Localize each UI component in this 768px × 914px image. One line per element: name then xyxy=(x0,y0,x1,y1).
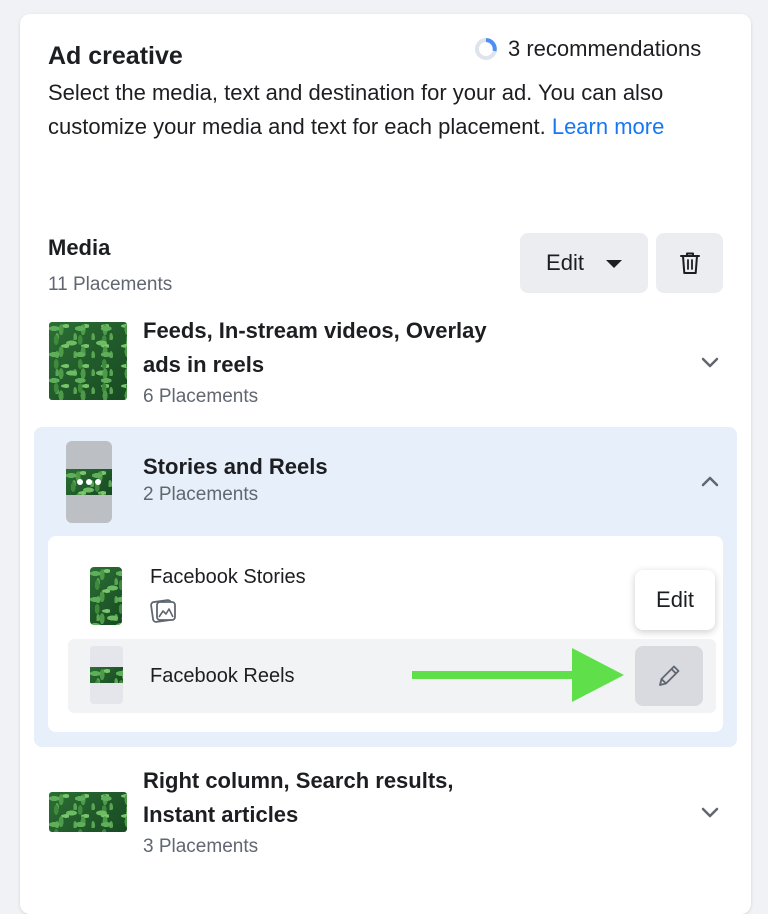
edit-tooltip: Edit xyxy=(635,570,715,630)
pencil-icon xyxy=(659,665,680,686)
group-thumbnail-feeds xyxy=(49,322,127,400)
section-title: Ad creative xyxy=(48,42,183,70)
learn-more-link[interactable]: Learn more xyxy=(552,114,665,139)
placement-name[interactable]: Facebook Reels xyxy=(150,665,295,688)
group-title-line: ads in reels xyxy=(143,352,265,377)
chevron-down-icon[interactable] xyxy=(700,352,720,372)
image-icon xyxy=(150,599,176,623)
group-header-stories[interactable]: Stories and Reels 2 Placements xyxy=(143,450,328,506)
edit-placement-button[interactable] xyxy=(635,646,703,706)
recommendations-indicator[interactable]: 3 recommendations xyxy=(474,36,701,62)
caret-down-icon xyxy=(605,260,622,268)
ad-creative-card: Ad creative 3 recommendations Select the… xyxy=(20,14,751,914)
chevron-up-icon[interactable] xyxy=(700,472,720,492)
group-placements-count: 6 Placements xyxy=(143,386,259,407)
media-heading: Media xyxy=(48,235,111,260)
chevron-down-icon[interactable] xyxy=(700,802,720,822)
progress-ring-icon xyxy=(475,38,497,60)
group-right-column[interactable]: Right column, Search results, Instant ar… xyxy=(143,764,563,858)
group-feeds[interactable]: Feeds, In-stream videos, Overlay ads in … xyxy=(143,314,563,408)
group-thumbnail-stories xyxy=(66,441,112,523)
group-title: Stories and Reels xyxy=(143,454,328,479)
more-dots-icon xyxy=(66,469,112,495)
placement-thumbnail-stories xyxy=(90,567,122,625)
group-title-line: Feeds, In-stream videos, Overlay xyxy=(143,318,487,343)
placement-name[interactable]: Facebook Stories xyxy=(150,566,306,589)
media-placements-count: 11 Placements xyxy=(48,274,173,295)
group-title-line: Instant articles xyxy=(143,802,299,827)
group-thumbnail-right-column xyxy=(49,792,127,832)
edit-button-label: Edit xyxy=(546,250,584,275)
delete-button[interactable] xyxy=(656,233,723,293)
section-description: Select the media, text and destination f… xyxy=(48,76,728,144)
arrow-icon xyxy=(412,648,624,702)
edit-dropdown-button[interactable]: Edit xyxy=(520,233,648,293)
thumbnail-image xyxy=(90,667,123,683)
recommendations-label: 3 recommendations xyxy=(508,36,702,61)
group-placements-count: 2 Placements xyxy=(143,484,259,505)
group-placements-count: 3 Placements xyxy=(143,836,259,857)
trash-icon xyxy=(679,252,700,274)
group-title-line: Right column, Search results, xyxy=(143,768,454,793)
placement-thumbnail-reels xyxy=(90,646,123,704)
